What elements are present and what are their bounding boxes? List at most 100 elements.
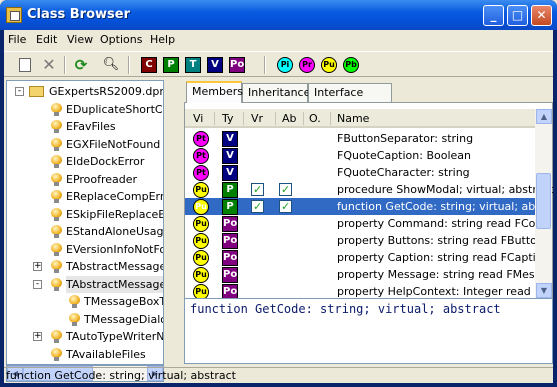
class-tree[interactable]: - GExpertsRS2009.dproj EDuplicateShortCut E… [6,80,164,365]
member-row[interactable]: Pu Po property Caption: string read FCapti… [185,249,546,266]
class-icon [69,295,81,309]
column-divider[interactable] [303,112,304,125]
delete-icon: ✕ [42,55,56,74]
filter-procedures-button[interactable]: P [160,55,182,75]
scroll-thumb[interactable] [536,173,551,229]
column-header-ab[interactable]: Ab [282,112,297,125]
tree-item[interactable]: EReplaceCompError [66,188,164,205]
class-icon [51,137,63,152]
tree-item[interactable]: EDuplicateShortCut [66,101,163,118]
menu-view[interactable]: View [67,33,93,46]
tree-item-label: EProofreader [66,172,138,186]
tree-item[interactable]: TMessageBoxT [84,293,163,310]
class-icon [51,155,63,169]
tree-item[interactable]: TAutoTypeWriterNo [66,328,163,345]
filter-types-button[interactable]: T [182,55,204,75]
tree-item-label: EFavFiles [66,120,116,133]
tree-item[interactable]: EStandAloneUsage [66,223,163,240]
tree-item[interactable]: ESkipFileReplaceExc [66,206,163,223]
member-row[interactable]: Pu Po property Command: string read FCo... [185,215,546,232]
member-row[interactable]: Pu Po property Message: string read FMes..… [185,266,545,283]
virtual-checkbox [251,181,264,198]
collapse-icon[interactable]: - [15,87,24,96]
menu-file[interactable]: File [8,33,26,46]
class-icon [51,120,63,134]
column-divider[interactable] [275,112,276,125]
filter-properties-button[interactable]: Po [226,55,248,75]
filter-public-button[interactable]: Pu [318,55,340,75]
tree-item-label: EReplaceCompError [66,190,164,203]
menu-options[interactable]: Options [100,33,142,46]
member-row[interactable]: Pt V FQuoteCharacter: string [185,164,535,181]
column-header-vr[interactable]: Vr [251,112,263,125]
filter-variables-button[interactable]: V [204,55,226,75]
arrow-down-icon: ▼ [540,286,548,295]
tab-members[interactable]: Members [186,81,243,103]
expand-icon[interactable]: + [33,262,42,271]
column-divider[interactable] [214,112,215,125]
tree-item-label: ESkipFileReplaceExc [66,207,163,221]
member-row[interactable]: Pu Po property Buttons: string read FButto… [185,232,547,249]
expand-icon[interactable]: + [33,332,42,341]
public-filter-icon: Pu [321,57,337,73]
maximize-button[interactable]: □ [507,5,528,26]
column-divider[interactable] [330,112,331,125]
project-folder-icon [29,86,44,97]
filter-published-button[interactable]: Pb [340,55,362,75]
column-header-name[interactable]: Name [337,112,369,125]
minimize-button[interactable]: _ [483,5,504,26]
tree-item[interactable]: GExpertsRS2009.dproj [49,83,163,100]
tree-item[interactable]: EFavFiles [66,118,116,135]
class-icon [51,260,63,274]
variable-filter-icon: V [207,57,223,73]
tree-item[interactable]: EGXFileNotFound [66,136,160,153]
scroll-up-button[interactable]: ▲ [536,109,552,124]
abstract-checkbox [279,198,292,215]
new-button[interactable] [14,55,36,75]
member-type-icon: V [222,165,238,181]
tree-item[interactable]: TMessageDialog [84,311,163,328]
tree-item[interactable]: EProofreader [66,171,137,188]
tab-interface-code[interactable]: Interface Code [308,83,392,116]
code-preview[interactable]: function GetCode: string; virtual; abstr… [184,298,553,364]
member-type-icon: V [222,148,238,164]
members-vertical-scrollbar[interactable]: ▲ ▼ [535,109,552,299]
filter-private-button[interactable]: Pi [274,55,296,75]
menu-edit[interactable]: Edit [36,33,57,46]
member-row[interactable]: Pu Pfunction GetCode: string; virtual; ab… [185,198,546,215]
class-icon [51,102,63,117]
member-row[interactable]: Pt V FButtonSeparator: string [185,130,535,147]
close-button[interactable]: ✕ [531,5,552,26]
column-header-ty[interactable]: Ty [222,112,234,125]
filter-protected-button[interactable]: Pr [296,55,318,75]
member-type-icon: V [222,131,238,147]
tree-item[interactable]: EVersionInfoNotFou [66,241,163,258]
member-name: procedure ShowModal; virtual; abstract [337,183,554,196]
member-row[interactable]: Pu Pprocedure ShowModal; virtual; abstrac… [185,181,554,198]
refresh-button[interactable]: ⟳ [70,55,92,75]
class-icon [51,330,63,344]
tree-item[interactable]: TAbstractMessageT [66,275,163,293]
collapse-icon[interactable]: - [33,279,42,289]
visibility-icon: Pu [193,199,209,215]
column-divider[interactable] [243,112,244,125]
tree-item[interactable]: EIdeDockError [66,153,144,170]
class-icon [51,347,63,362]
member-type-icon: Po [222,267,238,283]
member-row[interactable]: Pt V FQuoteCaption: Boolean [185,147,535,164]
members-list[interactable]: Vi Ty Vr Ab O. Name Pt V FButtonSeparator:… [184,102,554,300]
title-bar[interactable]: Class Browser _ □ ✕ [0,0,557,30]
class-icon [69,312,81,327]
filter-classes-button[interactable]: C [138,55,160,75]
tree-item[interactable]: TAvailableFiles [66,346,146,363]
protected-filter-icon: Pr [299,57,315,73]
find-button[interactable]: 🔍︎ [100,55,122,75]
delete-button[interactable]: ✕ [38,55,60,75]
tab-inheritance[interactable]: Inheritance [242,83,310,102]
column-header-o[interactable]: O. [309,112,321,125]
menu-help[interactable]: Help [150,33,175,46]
visibility-icon: Pu [193,267,209,283]
column-header-vi[interactable]: Vi [193,112,203,125]
scroll-down-button[interactable]: ▼ [536,283,552,298]
tree-item[interactable]: TAbstractMessageD [66,258,163,275]
